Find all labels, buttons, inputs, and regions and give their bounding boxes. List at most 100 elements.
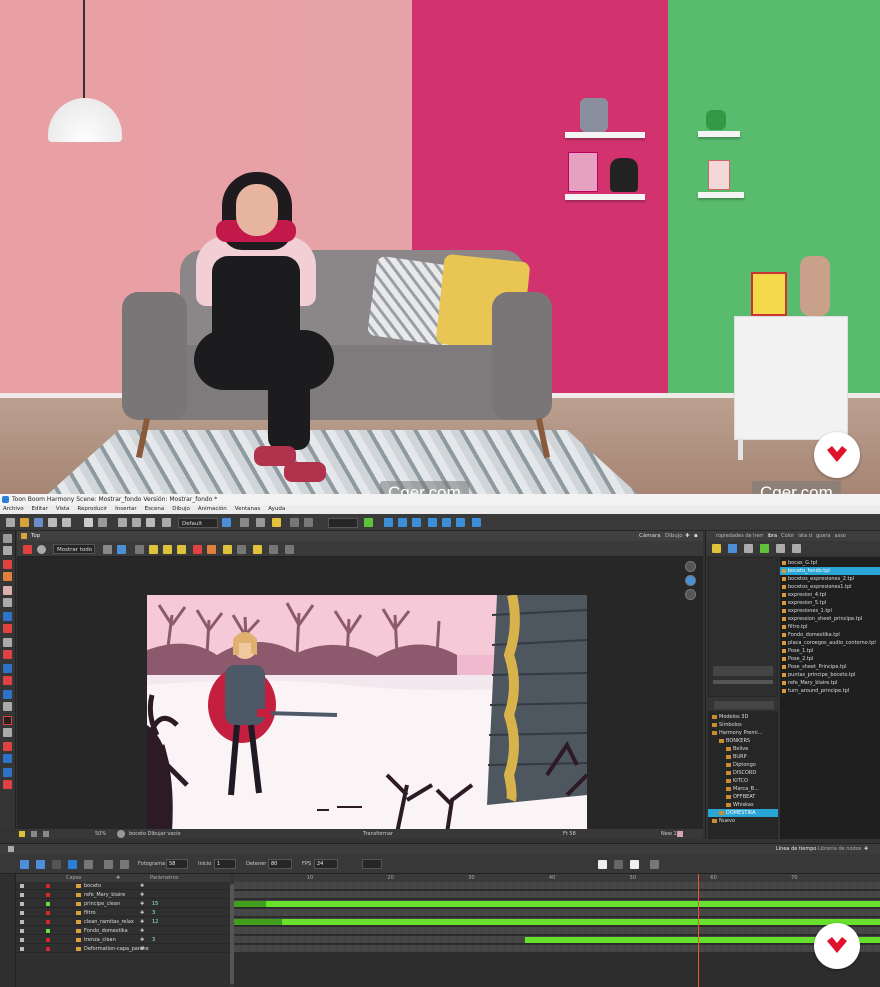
- refresh-icon[interactable]: [760, 544, 769, 553]
- dropper-tool-icon[interactable]: [3, 664, 12, 673]
- layer-row[interactable]: Fondo_domestika ✚: [16, 927, 230, 935]
- frame-grid[interactable]: 10 20 30 40 50 60 70: [234, 874, 880, 987]
- template-file[interactable]: Pose_1.tpl: [780, 647, 880, 655]
- polyline-tool-icon[interactable]: [3, 638, 12, 647]
- tab-drawing[interactable]: Dibujo: [665, 531, 683, 541]
- paint-tool-icon[interactable]: [3, 650, 12, 659]
- frame-row[interactable]: [234, 945, 880, 953]
- transform-icon[interactable]: [256, 518, 265, 527]
- bone-icon[interactable]: [412, 518, 421, 527]
- layer-visibility-icon[interactable]: [20, 947, 24, 951]
- open-icon[interactable]: [20, 518, 29, 527]
- drawing-icon[interactable]: [744, 544, 753, 553]
- add-view-icon[interactable]: ✚: [864, 844, 868, 854]
- menu-item[interactable]: Insertar: [115, 505, 136, 514]
- onion-skin-icon[interactable]: [598, 860, 607, 869]
- camera-mode-icon[interactable]: [685, 575, 696, 586]
- add-keyframe-icon[interactable]: ✚: [140, 936, 144, 944]
- layer-color-icon[interactable]: [46, 947, 50, 951]
- light-icon[interactable]: [223, 545, 232, 554]
- grid-icon[interactable]: [103, 545, 112, 554]
- add-keyframe-icon[interactable]: ✚: [140, 945, 144, 953]
- marker-icon[interactable]: [614, 860, 623, 869]
- frame-row[interactable]: [234, 918, 880, 926]
- show-all-select[interactable]: Mostrar todo: [53, 544, 95, 554]
- envelope-icon[interactable]: [442, 518, 451, 527]
- add-keyframe-icon[interactable]: ✚: [140, 927, 144, 935]
- add-layer-icon[interactable]: ✚: [116, 874, 120, 882]
- weight-icon[interactable]: [472, 518, 481, 527]
- pencil-tool-icon[interactable]: [3, 572, 12, 581]
- template-file[interactable]: filtro.tpl: [780, 623, 880, 631]
- zoom-select[interactable]: [328, 518, 358, 528]
- menu-item[interactable]: Animación: [198, 505, 227, 514]
- scrub-icon[interactable]: [84, 860, 93, 869]
- layer-color-icon[interactable]: [46, 902, 50, 906]
- play-icon[interactable]: [20, 860, 29, 869]
- camera-icon[interactable]: [272, 518, 281, 527]
- library-folder[interactable]: OFFBEAT: [708, 793, 778, 801]
- light-icon[interactable]: [19, 831, 25, 837]
- safe-area-icon[interactable]: [117, 545, 126, 554]
- layer-select[interactable]: [362, 859, 382, 869]
- layer-row[interactable]: Deformation-capa_parche ✚: [16, 945, 230, 953]
- lock-icon[interactable]: [149, 545, 158, 554]
- select-tool-icon[interactable]: [3, 534, 12, 543]
- stop-icon[interactable]: [52, 860, 61, 869]
- frame-row[interactable]: [234, 882, 880, 890]
- tab-camera[interactable]: Cámara: [639, 531, 661, 541]
- library-folder[interactable]: KITCO: [708, 777, 778, 785]
- stop-input[interactable]: 80: [268, 859, 292, 869]
- stroke-tool-icon[interactable]: [3, 676, 12, 685]
- playhead[interactable]: [698, 874, 700, 987]
- menu-item[interactable]: Archivo: [3, 505, 24, 514]
- template-file[interactable]: expression_sheet_principe.tpl: [780, 615, 880, 623]
- page-icon[interactable]: [630, 860, 639, 869]
- template-file[interactable]: Fondo_domestika.tpl: [780, 631, 880, 639]
- frame-row[interactable]: [234, 900, 880, 908]
- rotate-view-icon[interactable]: [3, 728, 12, 737]
- import-icon[interactable]: [132, 518, 141, 527]
- pen-icon[interactable]: [193, 545, 202, 554]
- panel-tab[interactable]: ibra: [767, 531, 777, 541]
- exposure-block[interactable]: [282, 919, 880, 925]
- library-folder[interactable]: Harmony Premi...: [708, 729, 778, 737]
- workspace-icon[interactable]: [222, 518, 231, 527]
- library-folder[interactable]: BONKERS: [708, 737, 778, 745]
- folder-icon[interactable]: [712, 544, 721, 553]
- prev-frame-icon[interactable]: [120, 860, 129, 869]
- bone-tool-icon[interactable]: [3, 768, 12, 777]
- library-folder[interactable]: Whiskas: [708, 801, 778, 809]
- add-keyframe-icon[interactable]: ✚: [140, 909, 144, 917]
- light-table-icon[interactable]: [304, 518, 313, 527]
- library-folder[interactable]: DISCORD: [708, 769, 778, 777]
- library-folder[interactable]: DOMESTIKA: [708, 809, 778, 817]
- cutter-tool-icon[interactable]: [3, 598, 12, 607]
- layer-row[interactable]: refe_Mary_blaire ✚: [16, 891, 230, 899]
- panel-tab[interactable]: guera: [816, 531, 831, 541]
- panel-tab[interactable]: Color: [781, 531, 794, 541]
- stack-icon[interactable]: [285, 545, 294, 554]
- lightbulb-icon[interactable]: [253, 545, 262, 554]
- sort-icon[interactable]: [792, 544, 801, 553]
- tab-node-library[interactable]: Librería de nodos: [818, 844, 861, 854]
- template-file[interactable]: expresion_4.tpl: [780, 591, 880, 599]
- layer-visibility-icon[interactable]: [20, 902, 24, 906]
- panel-tab[interactable]: ropiedades de herr: [716, 531, 763, 541]
- template-icon[interactable]: [728, 544, 737, 553]
- template-file[interactable]: Pose_2.tpl: [780, 655, 880, 663]
- layer-row[interactable]: clean_ramitas_relax ✚ 12: [16, 918, 230, 926]
- add-keyframe-icon[interactable]: ✚: [140, 882, 144, 890]
- layer-row[interactable]: principe_clean ✚ 15: [16, 900, 230, 908]
- render-icon[interactable]: [162, 518, 171, 527]
- template-file[interactable]: refe_Mary_blaire.tpl: [780, 679, 880, 687]
- eraser-tool-icon[interactable]: [3, 586, 12, 595]
- pivot-tool-icon[interactable]: [3, 754, 12, 763]
- library-folder[interactable]: Modelos 3D: [708, 713, 778, 721]
- first-frame-icon[interactable]: [104, 860, 113, 869]
- library-folder[interactable]: Nuevo: [708, 817, 778, 825]
- library-folder[interactable]: Marca_B...: [708, 785, 778, 793]
- library-folder[interactable]: Diptongo: [708, 761, 778, 769]
- add-keyframe-icon[interactable]: ✚: [140, 891, 144, 899]
- layer-color-icon[interactable]: [46, 938, 50, 942]
